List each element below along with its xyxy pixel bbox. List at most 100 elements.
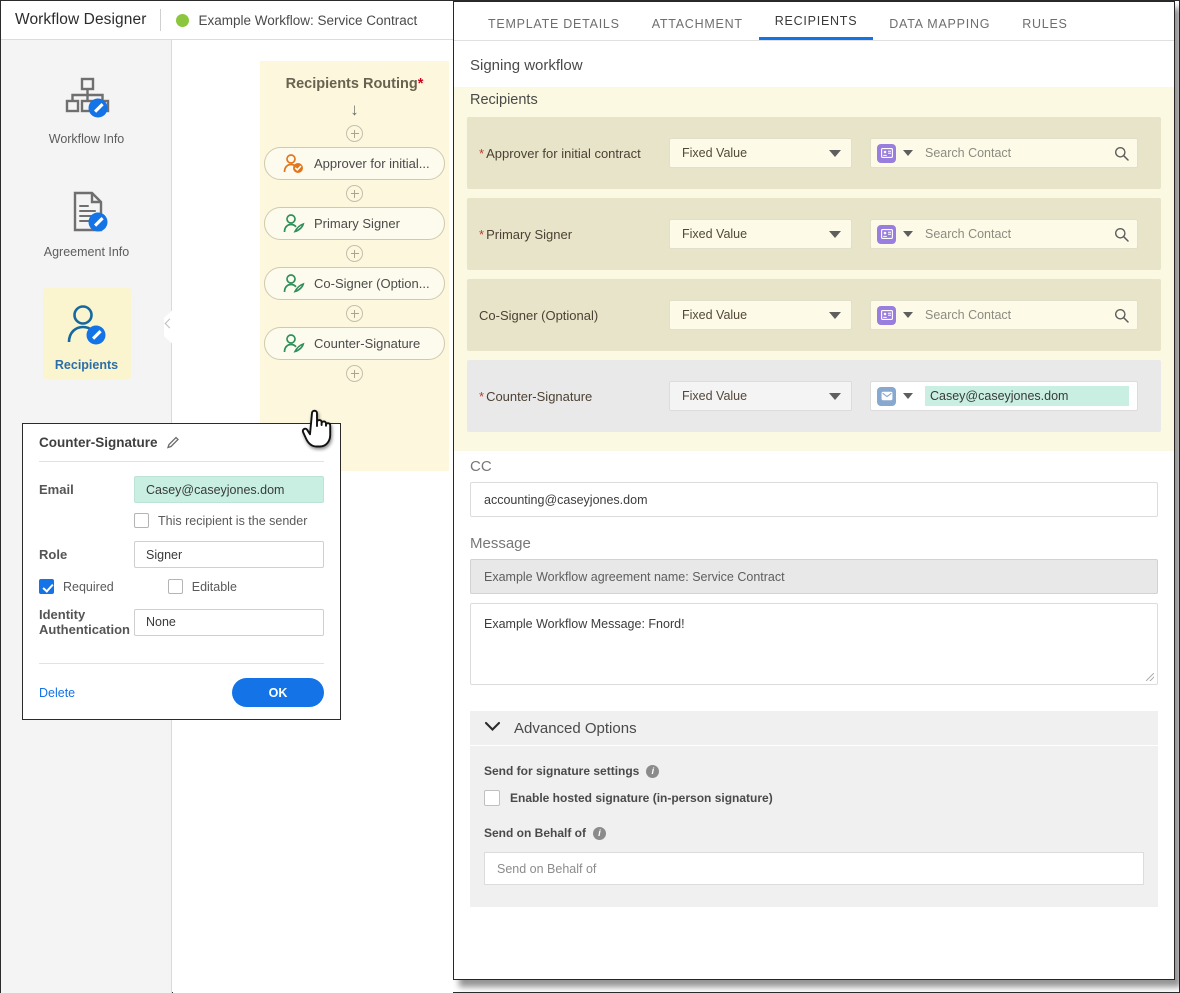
send-settings-heading: Send for signature settings i: [484, 764, 1158, 778]
workflow-node-counter-signature[interactable]: Counter-Signature: [264, 327, 445, 360]
chevron-down-icon[interactable]: [903, 150, 913, 156]
pencil-icon[interactable]: [166, 435, 181, 450]
recipient-label: Co-Signer (Optional): [479, 307, 599, 323]
required-checkbox[interactable]: [39, 579, 54, 594]
value-type-select[interactable]: Fixed Value: [669, 138, 852, 168]
workflow-designer-page: Workflow Designer Example Workflow: Serv…: [0, 0, 1180, 993]
chevron-down-icon: [829, 392, 841, 400]
contact-picker-group: Search Contact: [870, 300, 1138, 330]
top-bar: Workflow Designer Example Workflow: Serv…: [1, 1, 453, 40]
required-checkbox-label: Required: [63, 579, 114, 594]
workflow-node-co-signer[interactable]: Co-Signer (Option...: [264, 267, 445, 300]
info-icon[interactable]: i: [646, 764, 660, 778]
add-node-button[interactable]: [346, 245, 363, 262]
workflow-node-label: Primary Signer: [314, 216, 400, 231]
recipient-label: * Primary Signer: [479, 226, 573, 242]
chevron-down-icon: [829, 149, 841, 157]
role-field[interactable]: Signer: [134, 541, 324, 568]
message-body-textarea[interactable]: Example Workflow Message: Fnord!: [470, 603, 1158, 685]
sidebar-item-workflow-info[interactable]: Workflow Info: [1, 40, 172, 153]
value-type-text: Fixed Value: [682, 308, 748, 322]
add-node-button[interactable]: [346, 365, 363, 382]
send-on-behalf-heading: Send on Behalf of i: [484, 826, 1158, 840]
ok-button[interactable]: OK: [232, 678, 324, 707]
chevron-down-icon[interactable]: [903, 312, 913, 318]
page-title: Workflow Designer: [15, 11, 147, 28]
value-type-text: Fixed Value: [682, 227, 748, 241]
advanced-options-toggle[interactable]: Advanced Options: [470, 711, 1158, 745]
value-type-select[interactable]: Fixed Value: [669, 300, 852, 330]
required-asterisk: *: [479, 226, 485, 242]
workflow-node-label: Co-Signer (Option...: [314, 276, 430, 291]
required-asterisk: *: [417, 76, 424, 92]
email-row: Email Casey@caseyjones.dom: [39, 476, 324, 503]
editable-checkbox[interactable]: [167, 579, 183, 594]
contact-card-icon[interactable]: [877, 143, 896, 163]
recipients-icon: [55, 296, 119, 354]
add-node-button[interactable]: [346, 125, 363, 142]
tab-data-mapping[interactable]: DATA MAPPING: [873, 17, 1006, 40]
required-asterisk: *: [479, 388, 485, 404]
tab-recipients[interactable]: RECIPIENTS: [758, 14, 874, 40]
identity-auth-row: Identity Authentication None: [39, 607, 324, 637]
contact-search-input[interactable]: Search Contact: [925, 308, 1114, 322]
recipients-section: Recipients * Approver for initial contrac…: [454, 87, 1174, 451]
contact-search-input[interactable]: Search Contact: [925, 227, 1114, 241]
chevron-down-icon[interactable]: [903, 393, 913, 399]
role-label: Role: [39, 547, 68, 562]
search-icon[interactable]: [1114, 308, 1129, 323]
contact-email-input[interactable]: Casey@caseyjones.dom: [925, 386, 1129, 406]
delete-button[interactable]: Delete: [39, 686, 75, 700]
send-on-behalf-input[interactable]: Send on Behalf of: [484, 852, 1144, 885]
contact-search-input[interactable]: Search Contact: [925, 146, 1114, 160]
signer-icon: [283, 333, 305, 353]
signer-icon: [283, 273, 305, 293]
chevron-down-icon: [829, 230, 841, 238]
cc-input[interactable]: accounting@caseyjones.dom: [470, 482, 1158, 517]
title-divider: [160, 9, 162, 31]
workflow-node-approver[interactable]: Approver for initial...: [264, 147, 445, 180]
add-node-button[interactable]: [346, 185, 363, 202]
recipient-row-primary-signer: * Primary Signer Fixed Value Search Conta…: [467, 198, 1161, 270]
value-type-select[interactable]: Fixed Value: [669, 219, 852, 249]
signing-workflow-label: Signing workflow: [470, 57, 583, 74]
add-node-button[interactable]: [346, 305, 363, 322]
email-label: Email: [39, 482, 74, 497]
sidebar-item-label: Agreement Info: [43, 245, 130, 259]
recipients-panel: TEMPLATE DETAILS ATTACHMENT RECIPIENTS D…: [453, 1, 1175, 980]
chevron-down-icon: [484, 719, 501, 737]
hosted-signature-row: Enable hosted signature (in-person signa…: [484, 790, 1158, 806]
identity-auth-field[interactable]: None: [134, 608, 324, 636]
contact-card-icon[interactable]: [877, 224, 896, 244]
workflow-node-primary-signer[interactable]: Primary Signer: [264, 207, 445, 240]
required-editable-row: Required Editable: [39, 579, 324, 594]
tab-template-details[interactable]: TEMPLATE DETAILS: [472, 17, 636, 40]
contact-card-icon[interactable]: [877, 305, 896, 325]
search-icon[interactable]: [1114, 227, 1129, 242]
email-field[interactable]: Casey@caseyjones.dom: [134, 476, 324, 503]
info-icon[interactable]: i: [593, 826, 606, 840]
role-row: Role Signer: [39, 541, 324, 568]
hosted-signature-checkbox[interactable]: [484, 790, 500, 806]
sidebar-item-agreement-info[interactable]: Agreement Info: [1, 153, 172, 266]
message-subject-field: Example Workflow agreement name: Service…: [470, 559, 1158, 594]
value-type-text: Fixed Value: [682, 146, 748, 160]
value-type-select[interactable]: Fixed Value: [669, 381, 852, 411]
chevron-down-icon[interactable]: [903, 231, 913, 237]
dialog-title: Counter-Signature: [39, 435, 158, 450]
sender-checkbox[interactable]: [134, 513, 149, 528]
recipient-row-counter-signature: * Counter-Signature Fixed Value Casey@cas…: [467, 360, 1161, 432]
tab-attachment[interactable]: ATTACHMENT: [636, 17, 759, 40]
flow-arrow-down-icon: ↓: [350, 100, 359, 119]
editable-checkbox-label: Editable: [191, 579, 237, 594]
workflow-name-label: Example Workflow: Service Contract: [198, 12, 418, 28]
tab-rules[interactable]: RULES: [1006, 17, 1083, 40]
sidebar-item-label: Workflow Info: [48, 132, 125, 146]
dialog-header: Counter-Signature: [39, 424, 324, 462]
workflow-info-icon: [55, 70, 119, 128]
sender-checkbox-row: This recipient is the sender: [39, 513, 324, 528]
mail-icon[interactable]: [877, 386, 896, 406]
search-icon[interactable]: [1114, 146, 1129, 161]
sidebar-item-recipients[interactable]: Recipients: [1, 266, 172, 379]
chevron-down-icon: [829, 311, 841, 319]
